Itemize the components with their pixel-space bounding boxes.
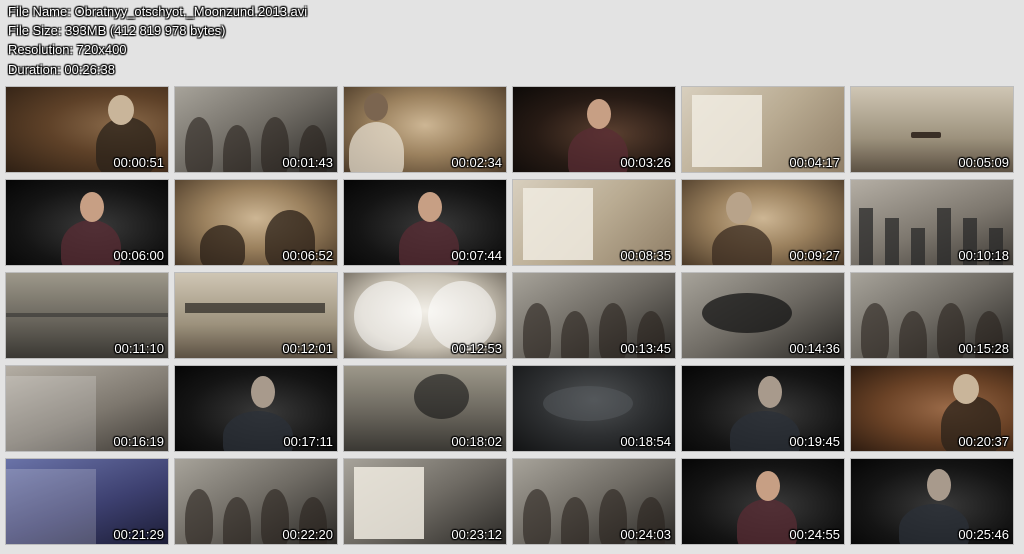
timestamp-label: 00:06:52	[282, 248, 333, 263]
timestamp-label: 00:04:17	[789, 155, 840, 170]
thumbnail: 00:12:01	[174, 272, 338, 359]
timestamp-label: 00:03:26	[620, 155, 671, 170]
timestamp-label: 00:11:10	[114, 341, 164, 356]
timestamp-label: 00:08:35	[620, 248, 671, 263]
thumbnail: 00:00:51	[5, 86, 169, 173]
timestamp-label: 00:01:43	[282, 155, 333, 170]
timestamp-label: 00:00:51	[113, 155, 164, 170]
timestamp-label: 00:18:02	[451, 434, 502, 449]
thumbnail: 00:05:09	[850, 86, 1014, 173]
timestamp-label: 00:25:46	[958, 527, 1009, 542]
file-info-panel: File Name: Obratnyy_otschyot._Moonzund.2…	[8, 2, 307, 79]
thumbnail: 00:09:27	[681, 179, 845, 266]
thumbnail-grid: 00:00:51 00:01:43 00:02:34 00:03:26 00:04:17…	[5, 86, 1020, 548]
timestamp-label: 00:22:20	[282, 527, 333, 542]
thumbnail: 00:01:43	[174, 86, 338, 173]
thumbnail: 00:14:36	[681, 272, 845, 359]
thumbnail: 00:06:52	[174, 179, 338, 266]
file-size-text: File Size: 393MB (412 819 978 bytes)	[8, 23, 226, 39]
thumbnail: 00:23:12	[343, 458, 507, 545]
timestamp-label: 00:17:11	[283, 434, 333, 449]
thumbnail: 00:20:37	[850, 365, 1014, 452]
duration-text: Duration: 00:26:38	[8, 61, 115, 77]
thumbnail: 00:10:18	[850, 179, 1014, 266]
timestamp-label: 00:12:01	[282, 341, 333, 356]
timestamp-label: 00:20:37	[958, 434, 1009, 449]
timestamp-label: 00:06:00	[113, 248, 164, 263]
file-name-text: File Name: Obratnyy_otschyot._Moonzund.2…	[8, 4, 308, 19]
timestamp-label: 00:07:44	[451, 248, 502, 263]
thumbnail: 00:03:26	[512, 86, 676, 173]
thumbnail: 00:08:35	[512, 179, 676, 266]
thumbnail: 00:17:11	[174, 365, 338, 452]
resolution-text: Resolution: 720x400	[8, 42, 127, 58]
timestamp-label: 00:21:29	[113, 527, 164, 542]
thumbnail: 00:16:19	[5, 365, 169, 452]
thumbnail: 00:04:17	[681, 86, 845, 173]
timestamp-label: 00:18:54	[620, 434, 671, 449]
timestamp-label: 00:19:45	[789, 434, 840, 449]
timestamp-label: 00:13:45	[620, 341, 671, 356]
thumbnail: 00:21:29	[5, 458, 169, 545]
thumbnail: 00:19:45	[681, 365, 845, 452]
timestamp-label: 00:05:09	[958, 155, 1009, 170]
thumbnail: 00:18:54	[512, 365, 676, 452]
thumbnail: 00:07:44	[343, 179, 507, 266]
thumbnail: 00:02:34	[343, 86, 507, 173]
thumbnail: 00:11:10	[5, 272, 169, 359]
thumbnail: 00:25:46	[850, 458, 1014, 545]
thumbnail: 00:22:20	[174, 458, 338, 545]
thumbnail: 00:15:28	[850, 272, 1014, 359]
thumbnail: 00:18:02	[343, 365, 507, 452]
timestamp-label: 00:24:03	[620, 527, 671, 542]
timestamp-label: 00:10:18	[958, 248, 1009, 263]
thumbnail: 00:12:53	[343, 272, 507, 359]
timestamp-label: 00:24:55	[789, 527, 840, 542]
thumbnail: 00:24:03	[512, 458, 676, 545]
timestamp-label: 00:12:53	[451, 341, 502, 356]
timestamp-label: 00:15:28	[958, 341, 1009, 356]
thumbnail: 00:13:45	[512, 272, 676, 359]
timestamp-label: 00:16:19	[113, 434, 164, 449]
thumbnail: 00:06:00	[5, 179, 169, 266]
timestamp-label: 00:23:12	[451, 527, 502, 542]
timestamp-label: 00:02:34	[451, 155, 502, 170]
timestamp-label: 00:09:27	[789, 248, 840, 263]
timestamp-label: 00:14:36	[789, 341, 840, 356]
thumbnail: 00:24:55	[681, 458, 845, 545]
